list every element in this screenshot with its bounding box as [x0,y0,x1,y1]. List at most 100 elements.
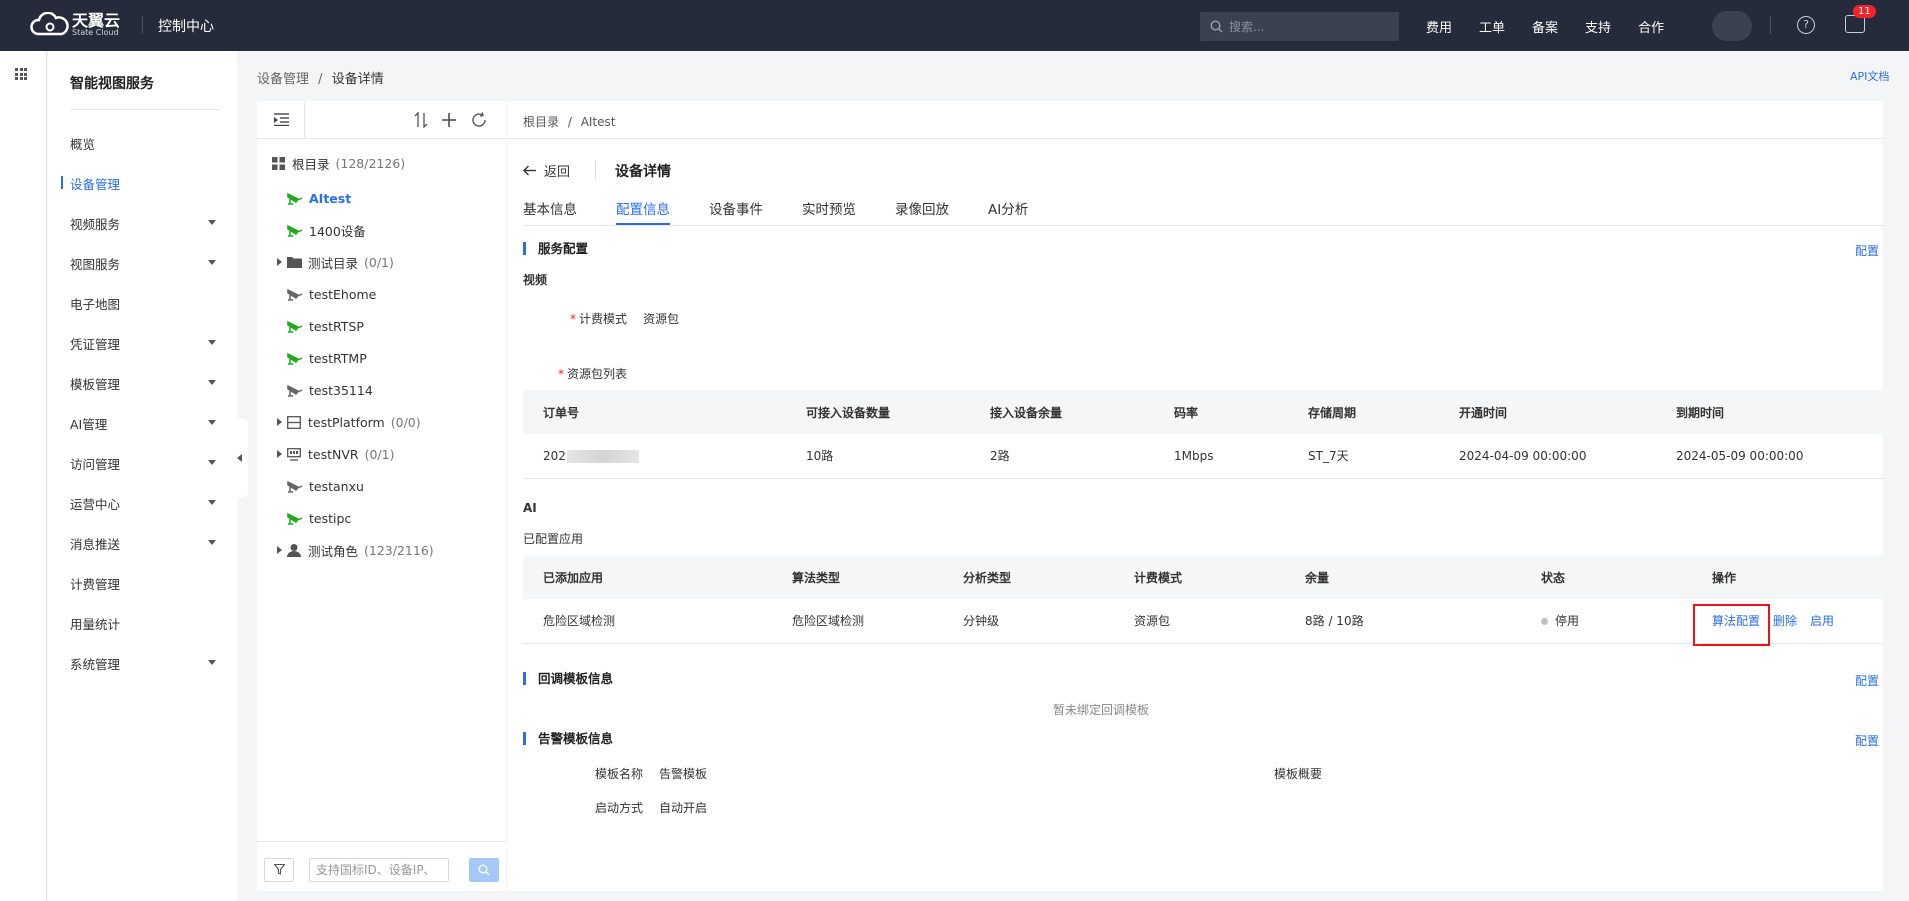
sort-icon[interactable] [414,112,428,128]
expand-arrow-icon[interactable] [277,546,282,554]
sidebar-item-video-service[interactable]: 视频服务 [70,214,228,233]
tree-node-testanxu[interactable]: testanxu [287,474,364,498]
arrow-left-icon [523,165,536,176]
nav-billing[interactable]: 费用 [1426,17,1452,36]
api-doc-link[interactable]: API文档 [1850,68,1889,84]
sidebar-item-overview[interactable]: 概览 [70,134,228,153]
camera-online-icon [287,192,303,205]
user-avatar[interactable] [1712,11,1752,41]
sidebar-item-system[interactable]: 系统管理 [70,654,228,673]
tree-node-test-dir[interactable]: 测试目录 (0/1) [257,250,394,274]
nav-filing[interactable]: 备案 [1532,17,1558,36]
camera-offline-icon [287,480,303,493]
breadcrumb: 设备管理 / 设备详情 [257,68,384,87]
tree-node-testipc[interactable]: testipc [287,506,351,530]
tree-node-testehome[interactable]: testEhome [287,282,376,306]
sidebar-item-usage[interactable]: 用量统计 [70,614,228,633]
role-icon [287,544,301,557]
tab-config-info[interactable]: 配置信息 [616,198,670,225]
tab-live-preview[interactable]: 实时预览 [802,198,856,225]
tree-node-testplatform[interactable]: testPlatform (0/0) [257,410,421,434]
template-summary-label: 模板概要 [1274,767,1323,781]
table-header-row: 订单号 可接入设备数量 接入设备余量 码率 存储周期 开通时间 到期时间 [523,390,1883,434]
active-indicator [61,176,63,189]
sidebar-item-templates[interactable]: 模板管理 [70,374,228,393]
tree-search-input[interactable]: 支持国标ID、设备IP、 [309,858,449,882]
divider [142,16,143,34]
sidebar-item-label: 模板管理 [70,377,121,392]
nav-partner[interactable]: 合作 [1638,17,1664,36]
column-header: 计费模式 [1114,555,1285,599]
apps-grid-icon[interactable] [15,68,27,80]
tab-basic-info[interactable]: 基本信息 [523,198,577,225]
indent-icon[interactable] [274,113,289,126]
tree-node-count: (123/2116) [364,542,434,558]
chevron-down-icon [208,420,216,425]
console-link[interactable]: 控制中心 [158,16,214,36]
camera-online-icon [287,512,303,525]
table-cell: 2路 [970,434,1154,479]
expand-arrow-icon[interactable] [277,450,282,458]
tree-node-1400[interactable]: 1400设备 [287,218,366,242]
sidebar-collapse-handle[interactable] [234,418,248,498]
tree-root[interactable]: 根目录 (128/2126) [272,151,405,175]
sidebar-item-ai[interactable]: AI管理 [70,414,228,433]
sidebar-item-billing[interactable]: 计费管理 [70,574,228,593]
filter-button[interactable] [264,858,294,882]
column-header: 码率 [1154,390,1288,434]
chevron-down-icon [208,220,216,225]
sidebar-item-device-management[interactable]: 设备管理 [70,174,228,193]
sidebar-item-view-service[interactable]: 视图服务 [70,254,228,273]
tree-node-test35114[interactable]: test35114 [287,378,373,402]
tree-node-count: (0/1) [364,446,395,462]
tree-node-test-role[interactable]: 测试角色 (123/2116) [257,538,434,562]
back-button[interactable]: 返回 [523,161,570,180]
sidebar-item-push[interactable]: 消息推送 [70,534,228,553]
callback-config-link[interactable]: 配置 [1855,672,1879,689]
tree-node-aitest[interactable]: AItest [287,186,351,210]
nav-tickets[interactable]: 工单 [1479,17,1505,36]
chevron-down-icon [208,540,216,545]
nav-support[interactable]: 支持 [1585,17,1611,36]
status-text: 停用 [1555,614,1580,629]
search-placeholder: 搜索... [1229,20,1265,34]
tab-ai-analysis[interactable]: AI分析 [988,198,1028,225]
highlight-box [1693,604,1770,646]
device-path: 根目录 / AItest [523,113,616,130]
help-icon[interactable]: ? [1797,16,1815,34]
folder-icon [287,257,302,268]
tree-node-testrtsp[interactable]: testRTSP [287,314,364,338]
alarm-config-link[interactable]: 配置 [1855,732,1879,749]
sidebar-item-label: 概览 [70,137,96,152]
search-icon [478,864,490,876]
tree-node-testrtmp[interactable]: testRTMP [287,346,367,370]
sidebar-item-access[interactable]: 访问管理 [70,454,228,473]
global-search-input[interactable]: 搜索... [1200,12,1399,41]
delete-button[interactable]: 删除 [1773,614,1797,628]
tree-node-label: test35114 [309,382,373,398]
table-row: 危险区域检测 危险区域检测 分钟级 资源包 8路 / 10路 停用 算法配置 删除… [523,599,1883,644]
sidebar-item-label: 凭证管理 [70,337,121,352]
add-icon[interactable] [442,113,456,127]
tree-search-button[interactable] [469,858,499,882]
tree-node-testnvr[interactable]: testNVR (0/1) [257,442,394,466]
sidebar-item-credentials[interactable]: 凭证管理 [70,334,228,353]
tab-device-events[interactable]: 设备事件 [709,198,763,225]
device-detail-panel: 根目录 / AItest 返回 设备详情 基本信息 配置信息 设备事件 实时预览… [507,101,1883,891]
refresh-icon[interactable] [471,112,487,128]
brand-logo[interactable]: 天翼云 State Cloud [30,11,120,38]
sidebar-item-map[interactable]: 电子地图 [70,294,228,313]
package-list-label-text: 资源包列表 [567,367,628,381]
column-header: 可接入设备数量 [786,390,970,434]
expand-arrow-icon[interactable] [277,258,282,266]
order-cell: 202 [523,434,786,479]
breadcrumb-parent[interactable]: 设备管理 [257,72,309,87]
section-title-callback: 回调模板信息 [523,672,613,685]
sidebar-item-operations[interactable]: 运营中心 [70,494,228,513]
device-path-root[interactable]: 根目录 [523,115,559,129]
tab-playback[interactable]: 录像回放 [895,198,949,225]
enable-button[interactable]: 启用 [1810,614,1834,628]
expand-arrow-icon[interactable] [277,418,282,426]
sidebar-item-label: 用量统计 [70,617,121,632]
service-config-link[interactable]: 配置 [1855,242,1879,259]
